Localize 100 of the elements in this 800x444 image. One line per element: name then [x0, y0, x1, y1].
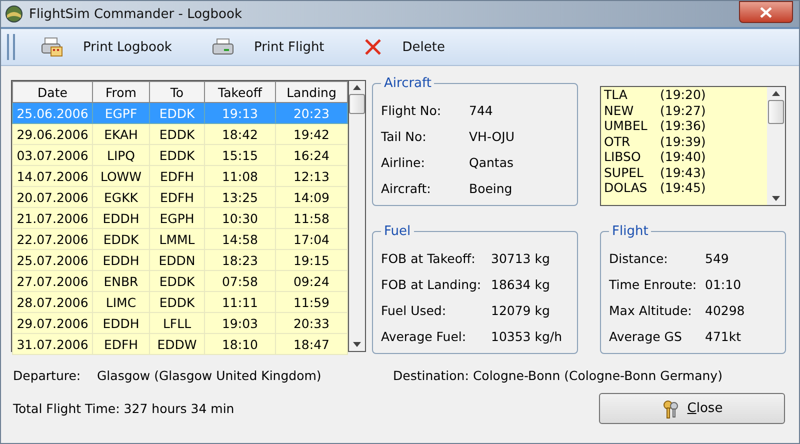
- table-cell: 13:25: [204, 186, 276, 208]
- table-cell: 25.07.2006: [12, 250, 92, 270]
- field-label: Average Fuel:: [381, 328, 468, 344]
- table-cell: 20:33: [276, 312, 348, 334]
- toolbar-button[interactable]: Print Logbook: [37, 35, 176, 59]
- scrollbar[interactable]: [348, 81, 365, 351]
- field-value: 549: [705, 250, 729, 266]
- waypoint-time[interactable]: (19:40): [660, 149, 706, 164]
- close-icon: [760, 6, 772, 18]
- waypoint-time[interactable]: (19:39): [660, 134, 706, 149]
- field-value: 40298: [705, 302, 745, 318]
- table-cell: 19:42: [276, 124, 348, 144]
- table-row[interactable]: 25.07.2006 EDDH EDDN 18:23 19:15: [12, 250, 348, 270]
- printer-icon: [212, 38, 234, 56]
- field-label: Average GS: [609, 328, 683, 344]
- table-cell: 18:42: [204, 124, 276, 144]
- table-cell: 27.07.2006: [12, 270, 92, 292]
- waypoint-name[interactable]: LIBSO: [604, 149, 660, 164]
- table-row[interactable]: 22.07.2006 EDDK LMML 14:58 17:04: [12, 228, 348, 250]
- table-cell: 10:30: [204, 208, 276, 228]
- table-cell: EKAH: [92, 124, 150, 144]
- printer-icon: [41, 37, 63, 57]
- table-row[interactable]: 27.07.2006 ENBR EDDK 07:58 09:24: [12, 270, 348, 292]
- table-row[interactable]: 20.07.2006 EGKK EDFH 13:25 14:09: [12, 186, 348, 208]
- toolbar-button[interactable]: Print Flight: [208, 36, 328, 58]
- table-cell: 31.07.2006: [12, 334, 92, 354]
- table-cell: 11:59: [276, 292, 348, 312]
- waypoint-name[interactable]: SUPEL: [604, 164, 660, 180]
- table-cell: EDDK: [150, 270, 204, 292]
- scroll-down-arrow-icon[interactable]: [772, 196, 780, 201]
- column-header[interactable]: To: [150, 82, 204, 102]
- destination-label: Destination:: [393, 368, 469, 383]
- table-cell: LMML: [150, 228, 204, 250]
- table-cell: 03.07.2006: [12, 144, 92, 166]
- scroll-down-arrow-icon[interactable]: [353, 342, 361, 347]
- table-cell: 18:10: [204, 334, 276, 354]
- table-cell: 14:09: [276, 186, 348, 208]
- table-cell: EDDK: [150, 144, 204, 166]
- column-header[interactable]: Takeoff: [204, 82, 276, 102]
- scroll-up-arrow-icon[interactable]: [353, 85, 361, 90]
- waypoint-name[interactable]: UMBEL: [604, 118, 660, 134]
- field-value: 471kt: [705, 328, 741, 344]
- table-cell: 18:23: [204, 250, 276, 270]
- table-row[interactable]: 31.07.2006 EDFH EDDW 18:10 18:47: [12, 334, 348, 354]
- app-logo-icon: [5, 5, 23, 23]
- departure-label: Departure:: [13, 368, 82, 383]
- waypoint-name[interactable]: NEW: [604, 102, 660, 118]
- table-cell: LIPQ: [92, 144, 150, 166]
- table-row[interactable]: 14.07.2006 LOWW EDFH 11:08 12:13: [12, 166, 348, 186]
- table-cell: 12:13: [276, 166, 348, 186]
- scroll-thumb[interactable]: [349, 94, 365, 114]
- scrollbar[interactable]: [767, 87, 785, 205]
- field-label: Max Altitude:: [609, 302, 693, 318]
- column-header[interactable]: Date: [12, 82, 92, 102]
- column-header[interactable]: Landing: [276, 82, 348, 102]
- scroll-thumb[interactable]: [768, 100, 784, 124]
- table-cell: EDDN: [150, 250, 204, 270]
- waypoint-name[interactable]: DOLAS: [604, 180, 660, 196]
- waypoint-time[interactable]: (19:20): [660, 87, 706, 102]
- table-cell: 11:58: [276, 208, 348, 228]
- scroll-up-arrow-icon[interactable]: [772, 91, 780, 96]
- field-value: Qantas: [469, 154, 514, 170]
- table-cell: 18:47: [276, 334, 348, 354]
- column-header[interactable]: From: [92, 82, 150, 102]
- waypoint-name[interactable]: OTR: [604, 134, 660, 149]
- field-value: VH-OJU: [469, 128, 514, 144]
- close-button[interactable]: Close: [599, 393, 785, 424]
- table-cell: EDDW: [150, 334, 204, 354]
- table-cell: EDFH: [150, 186, 204, 208]
- departure-value: Glasgow (Glasgow United Kingdom): [97, 368, 322, 383]
- waypoint-time[interactable]: (19:45): [660, 180, 706, 196]
- toolbar-grip[interactable]: [7, 34, 15, 60]
- waypoint-time[interactable]: (19:43): [660, 164, 706, 180]
- table-cell: EDFH: [150, 166, 204, 186]
- waypoint-time[interactable]: (19:36): [660, 118, 706, 134]
- table-cell: EDDK: [150, 124, 204, 144]
- toolbar-button[interactable]: Delete: [360, 36, 449, 58]
- table-cell: EDFH: [92, 334, 150, 354]
- table-row[interactable]: 28.07.2006 LIMC EDDK 11:11 11:59: [12, 292, 348, 312]
- close-window-button[interactable]: [739, 1, 793, 23]
- delete-icon: [364, 38, 382, 56]
- field-label: FOB at Takeoff:: [381, 250, 476, 266]
- field-label: Time Enroute:: [609, 276, 698, 292]
- waypoint-name[interactable]: TLA: [604, 87, 660, 102]
- table-cell: 20.07.2006: [12, 186, 92, 208]
- table-cell: LIMC: [92, 292, 150, 312]
- waypoint-time[interactable]: (19:27): [660, 102, 706, 118]
- table-cell: 16:24: [276, 144, 348, 166]
- table-cell: EDDK: [150, 102, 204, 124]
- table-row[interactable]: 03.07.2006 LIPQ EDDK 15:15 16:24: [12, 144, 348, 166]
- table-row[interactable]: 29.06.2006 EKAH EDDK 18:42 19:42: [12, 124, 348, 144]
- table-cell: EDDH: [92, 250, 150, 270]
- table-cell: ENBR: [92, 270, 150, 292]
- field-label: Fuel Used:: [381, 302, 448, 318]
- table-row[interactable]: 29.07.2006 EDDH LFLL 19:03 20:33: [12, 312, 348, 334]
- total-flight-time: Total Flight Time: 327 hours 34 min: [13, 401, 234, 416]
- table-cell: LFLL: [150, 312, 204, 334]
- field-value: 30713 kg: [491, 250, 550, 266]
- table-row[interactable]: 21.07.2006 EDDH EGPH 10:30 11:58: [12, 208, 348, 228]
- table-cell: 20:23: [276, 102, 348, 124]
